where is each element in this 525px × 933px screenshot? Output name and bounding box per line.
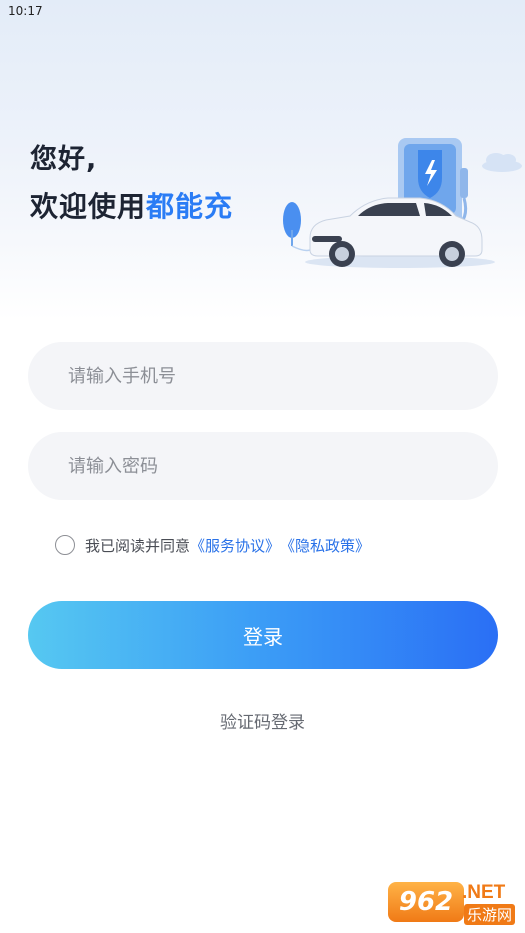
phone-input[interactable]: [28, 342, 498, 410]
watermark-sub: 乐游网: [464, 904, 516, 925]
tree-icon: [283, 202, 311, 252]
login-button[interactable]: 登录: [28, 601, 498, 669]
login-screen: 10:17 您好, 欢迎使用都能充 请输入手机号 我已阅读并同意 《服务协议》 …: [0, 0, 525, 933]
status-time: 10:17: [8, 4, 43, 18]
agreement-text: 我已阅读并同意: [85, 536, 191, 555]
agreement-checkbox[interactable]: [55, 535, 75, 555]
cloud-icon: [482, 153, 522, 172]
site-watermark: 962 .NET 乐游网: [388, 882, 520, 928]
password-input[interactable]: [28, 432, 498, 500]
welcome-title: 欢迎使用都能充: [30, 187, 233, 227]
privacy-policy-link[interactable]: 《隐私政策》: [280, 535, 370, 556]
agreement-row: 我已阅读并同意 《服务协议》 《隐私政策》: [55, 533, 370, 557]
greeting-text: 您好,: [30, 144, 98, 175]
code-login-link[interactable]: 验证码登录: [0, 708, 525, 733]
brand-name: 都能充: [146, 190, 234, 223]
watermark-net: .NET: [462, 882, 506, 903]
service-agreement-link[interactable]: 《服务协议》: [190, 535, 280, 556]
ev-charger-illustration: [283, 138, 522, 268]
welcome-prefix: 欢迎使用: [30, 190, 147, 223]
status-bar: 10:17: [0, 0, 525, 24]
watermark-badge: 962: [388, 882, 464, 922]
